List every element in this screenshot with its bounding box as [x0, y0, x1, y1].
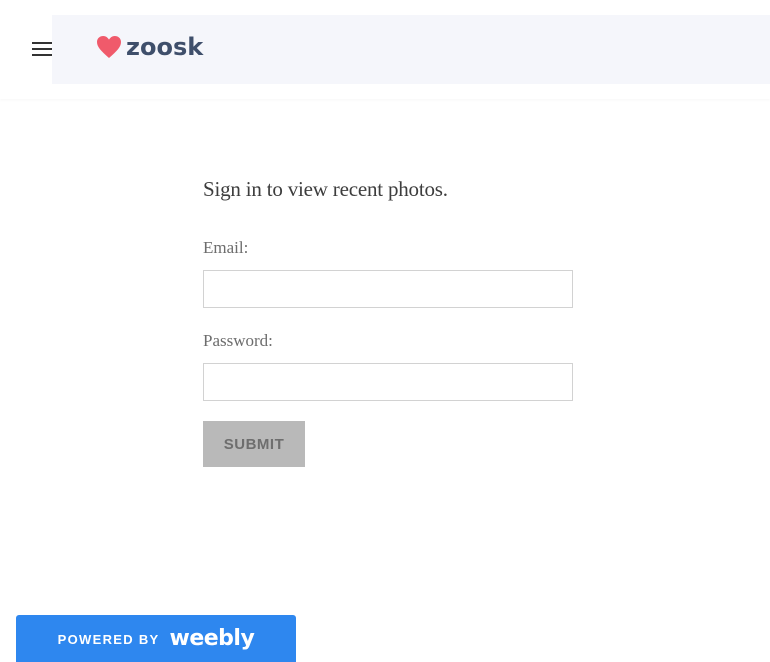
heart-icon — [97, 36, 121, 58]
site-logo[interactable]: zoosk — [96, 31, 203, 63]
logo-bar: zoosk — [52, 15, 770, 84]
submit-button[interactable]: SUBMIT — [203, 421, 305, 467]
menu-line-middle — [32, 48, 52, 50]
menu-line-bottom — [32, 54, 52, 56]
hamburger-menu-icon[interactable] — [32, 42, 52, 58]
powered-by-weebly-badge[interactable]: POWERED BY weebly — [16, 615, 296, 662]
password-label: Password: — [203, 331, 273, 350]
menu-line-top — [32, 42, 52, 44]
email-field[interactable] — [203, 270, 573, 308]
page-title: Sign in to view recent photos. — [203, 177, 448, 201]
site-header: zoosk — [0, 0, 770, 99]
weebly-logo-text: weebly — [169, 625, 255, 651]
password-field[interactable] — [203, 363, 573, 401]
signin-form: Sign in to view recent photos. Email: Pa… — [203, 170, 573, 467]
email-label: Email: — [203, 238, 249, 257]
logo-text: zoosk — [126, 33, 204, 61]
powered-by-text: POWERED BY — [57, 632, 160, 647]
